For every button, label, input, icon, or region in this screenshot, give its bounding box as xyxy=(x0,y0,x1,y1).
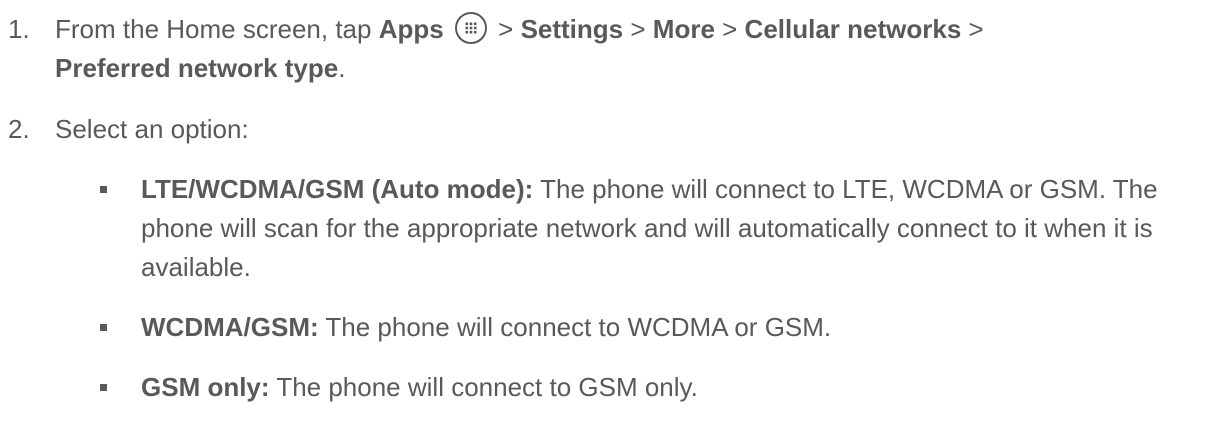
step-2: 2. Select an option: xyxy=(8,110,1208,149)
apps-label: Apps xyxy=(378,14,444,44)
instruction-document: 1. From the Home screen, tap Apps > Sett… xyxy=(0,0,1218,432)
step-2-text: Select an option: xyxy=(55,114,249,144)
step-1: 1. From the Home screen, tap Apps > Sett… xyxy=(8,10,1208,88)
bullet-square-icon xyxy=(100,384,107,391)
separator: > xyxy=(714,14,745,44)
more-label: More xyxy=(652,14,715,44)
step-1-end: . xyxy=(338,53,346,83)
step-number: 2. xyxy=(8,114,30,144)
option-item-lte-wcdma-gsm: LTE/WCDMA/GSM (Auto mode): The phone wil… xyxy=(100,170,1210,287)
preferred-network-type-label: Preferred network type xyxy=(55,53,339,83)
step-1-intro: From the Home screen, tap xyxy=(55,14,379,44)
option-label: GSM only: xyxy=(141,372,270,402)
option-item-wcdma-gsm: WCDMA/GSM: The phone will connect to WCD… xyxy=(100,308,1210,347)
cellular-networks-label: Cellular networks xyxy=(744,14,962,44)
option-description: The phone will connect to GSM only. xyxy=(269,372,698,402)
separator: > xyxy=(490,14,521,44)
settings-label: Settings xyxy=(520,14,624,44)
apps-grid-icon xyxy=(454,12,487,44)
step-number: 1. xyxy=(8,14,30,44)
option-label: LTE/WCDMA/GSM (Auto mode): xyxy=(141,174,534,204)
bullet-square-icon xyxy=(100,186,107,193)
option-label: WCDMA/GSM: xyxy=(141,312,319,342)
separator: > xyxy=(961,14,984,44)
option-item-gsm-only: GSM only: The phone will connect to GSM … xyxy=(100,368,1210,407)
separator: > xyxy=(623,14,653,44)
step-1-text: From the Home screen, tap Apps > Setting… xyxy=(55,10,1208,88)
bullet-square-icon xyxy=(100,324,107,331)
option-description: The phone will connect to WCDMA or GSM. xyxy=(318,312,832,342)
